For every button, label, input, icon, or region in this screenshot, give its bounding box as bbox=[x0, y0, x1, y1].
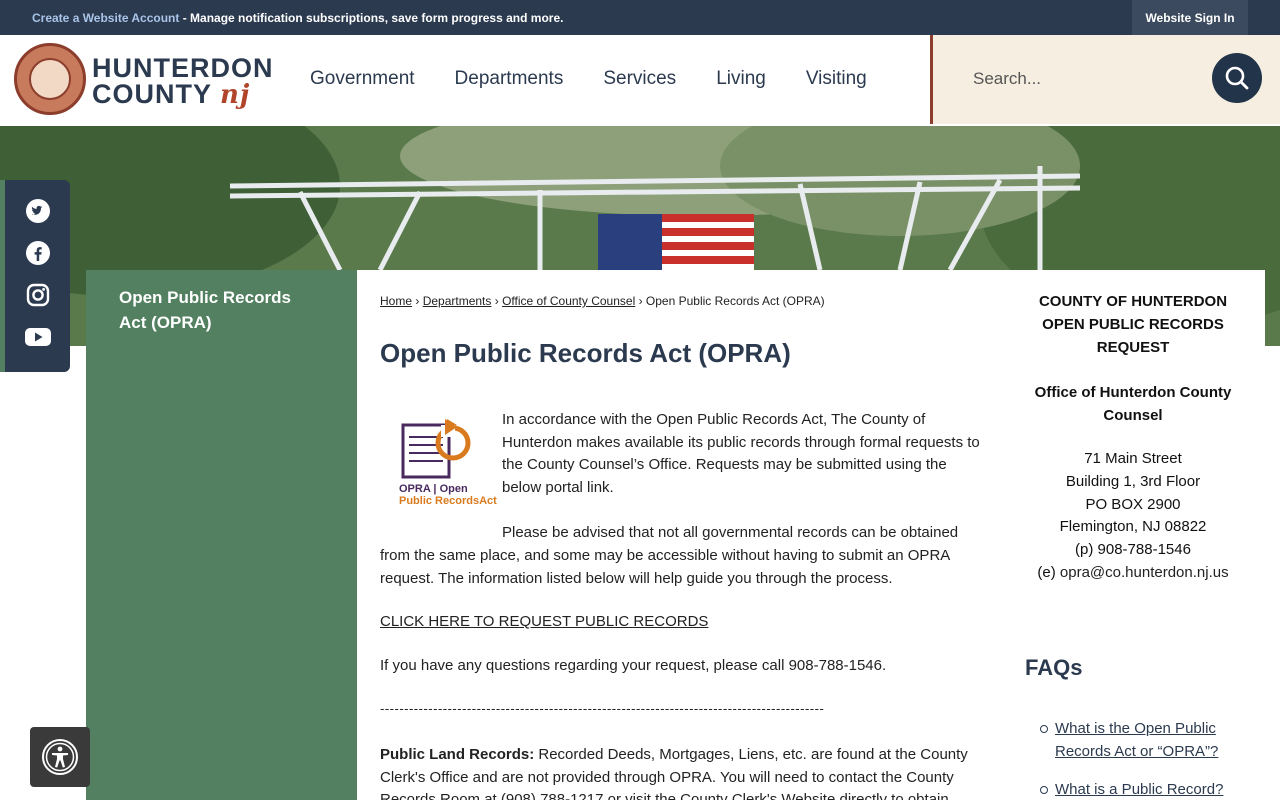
contact-email-link[interactable]: opra@co.hunterdon.nj.us bbox=[1060, 564, 1229, 581]
main-nav: Government Departments Services Living V… bbox=[290, 68, 887, 90]
sidebar-title[interactable]: Open Public Records Act (OPRA) bbox=[119, 285, 319, 335]
land-records-label: Public Land Records: bbox=[380, 746, 535, 763]
land-records-paragraph: Public Land Records: Recorded Deeds, Mor… bbox=[380, 744, 985, 800]
county-clerk-link[interactable]: County Clerk's Website bbox=[680, 791, 835, 800]
contact-email-row: (e) opra@co.hunterdon.nj.us bbox=[1037, 563, 1229, 581]
contact-title: COUNTY OF HUNTERDON OPEN PUBLIC RECORDS … bbox=[1038, 293, 1228, 356]
create-account-link[interactable]: Create a Website Account bbox=[32, 11, 179, 25]
intro-paragraph: In accordance with the Open Public Recor… bbox=[502, 411, 980, 496]
instagram-icon[interactable] bbox=[25, 282, 51, 308]
search-icon bbox=[1225, 66, 1249, 90]
nav-departments[interactable]: Departments bbox=[455, 68, 564, 90]
request-records-link[interactable]: CLICK HERE TO REQUEST PUBLIC RECORDS bbox=[380, 613, 708, 630]
advisory-paragraph: Please be advised that not all governmen… bbox=[380, 524, 959, 587]
search-area bbox=[930, 35, 1280, 124]
page-title: Open Public Records Act (OPRA) bbox=[380, 338, 791, 368]
account-message: Create a Website Account - Manage notifi… bbox=[32, 11, 563, 25]
twitter-icon[interactable] bbox=[25, 198, 51, 224]
breadcrumb-current: Open Public Records Act (OPRA) bbox=[645, 294, 825, 308]
opra-logo-image: OPRA | Open Public RecordsAct bbox=[397, 415, 497, 515]
address-line: Flemington, NJ 08822 bbox=[1059, 518, 1207, 536]
logo-text-nj: nj bbox=[220, 80, 251, 110]
faqs-heading: FAQs bbox=[1025, 655, 1083, 680]
account-message-text: - Manage notification subscriptions, sav… bbox=[179, 11, 564, 25]
breadcrumb-home[interactable]: Home bbox=[380, 294, 412, 308]
address-line: 71 Main Street bbox=[1084, 450, 1182, 467]
questions-paragraph: If you have any questions regarding your… bbox=[380, 657, 887, 674]
nav-visiting[interactable]: Visiting bbox=[806, 68, 867, 90]
faq-item[interactable]: What is a Public Record? bbox=[1040, 778, 1240, 800]
facebook-icon[interactable] bbox=[25, 240, 51, 266]
dashed-divider: ----------------------------------------… bbox=[380, 701, 825, 716]
contact-address: 71 Main Street Building 1, 3rd Floor PO … bbox=[1018, 448, 1248, 585]
nav-services[interactable]: Services bbox=[603, 68, 676, 90]
contact-office: Office of Hunterdon County Counsel bbox=[1034, 384, 1232, 424]
breadcrumb-office[interactable]: Office of County Counsel bbox=[502, 294, 635, 308]
top-bar: Create a Website Account - Manage notifi… bbox=[0, 0, 1280, 35]
contact-phone: (p) 908-788-1546 bbox=[1075, 541, 1191, 559]
nav-government[interactable]: Government bbox=[310, 68, 415, 90]
opra-logo-text: OPRA | Open Public RecordsAct bbox=[399, 483, 497, 507]
nav-living[interactable]: Living bbox=[716, 68, 766, 90]
contact-sidebar: COUNTY OF HUNTERDON OPEN PUBLIC RECORDS … bbox=[1000, 270, 1265, 800]
breadcrumb-departments[interactable]: Departments bbox=[423, 294, 492, 308]
faq-list: What is the Open Public Records Act or “… bbox=[1040, 717, 1240, 800]
accessibility-icon bbox=[42, 739, 78, 775]
address-line: PO BOX 2900 bbox=[1085, 495, 1181, 513]
search-button[interactable] bbox=[1212, 53, 1262, 103]
section-sidebar: Open Public Records Act (OPRA) bbox=[86, 270, 357, 800]
youtube-icon[interactable] bbox=[25, 324, 51, 350]
site-header: HUNTERDON COUNTY nj Government Departmen… bbox=[0, 35, 1280, 126]
search-input[interactable] bbox=[973, 63, 1203, 95]
county-seal-logo[interactable] bbox=[14, 43, 86, 115]
sign-in-button[interactable]: Website Sign In bbox=[1132, 0, 1248, 35]
social-bar bbox=[0, 180, 70, 372]
address-line: Building 1, 3rd Floor bbox=[1065, 472, 1201, 490]
faq-item[interactable]: What is the Open Public Records Act or “… bbox=[1040, 717, 1240, 763]
logo-text-county[interactable]: COUNTY nj bbox=[92, 79, 250, 110]
breadcrumb: Home › Departments › Office of County Co… bbox=[380, 294, 825, 308]
main-content: Home › Departments › Office of County Co… bbox=[357, 270, 1000, 800]
accessibility-button[interactable] bbox=[30, 727, 90, 787]
